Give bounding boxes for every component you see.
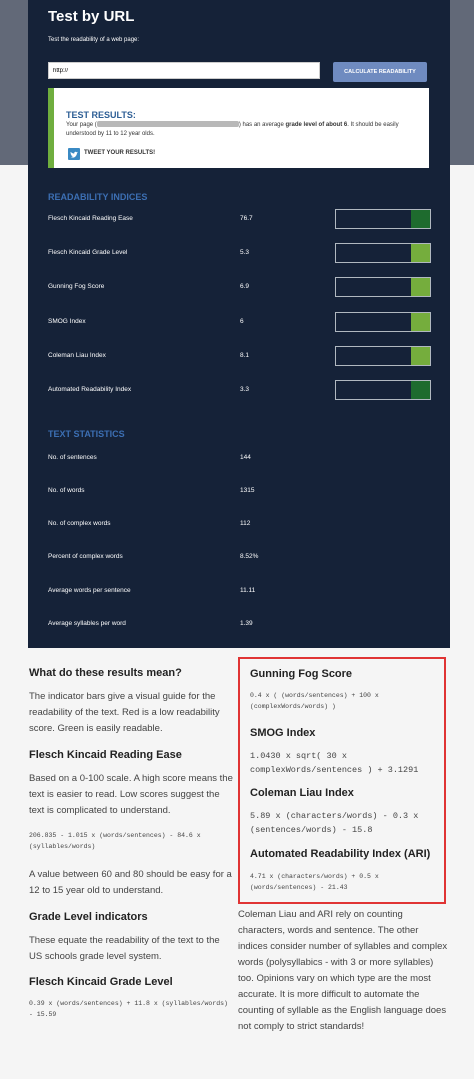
smog-formula: 1.0430 x sqrt( 30 x complexWords/sentenc…	[250, 751, 419, 775]
index-bar	[335, 346, 431, 366]
index-bar-fill	[411, 278, 430, 296]
page-subtitle: Test the readability of a web page:	[48, 37, 140, 43]
coleman-liau-formula: 5.89 x (characters/words) - 0.3 x (sente…	[250, 811, 419, 835]
index-value: 6	[240, 318, 244, 325]
flesch-reading-ease-formula: 206.835 - 1.015 x (words/sentences) - 84…	[29, 832, 201, 850]
index-value: 76.7	[240, 215, 253, 222]
results-text: Your page () has an average grade level …	[66, 121, 399, 137]
index-label: Flesch Kincaid Grade Level	[48, 249, 128, 256]
stat-value: 11.11	[240, 587, 256, 594]
flesch-reading-ease-text: Based on a 0-100 scale. A high score mea…	[29, 773, 233, 816]
twitter-icon[interactable]	[68, 148, 80, 160]
coleman-liau-heading: Coleman Liau Index	[250, 787, 354, 799]
stat-label: No. of sentences	[48, 454, 97, 461]
gunning-fog-formula: 0.4 x ( (words/sentences) + 100 x (compl…	[250, 692, 379, 710]
calculate-readability-button[interactable]: CALCULATE READABILITY	[333, 62, 427, 82]
index-bar-fill	[411, 210, 430, 228]
ari-heading: Automated Readability Index (ARI)	[250, 848, 431, 860]
index-bar-fill	[411, 313, 430, 331]
index-bar	[335, 209, 431, 229]
results-title: TEST RESULTS:	[66, 110, 136, 120]
stat-value: 1315	[240, 487, 255, 494]
gunning-fog-heading: Gunning Fog Score	[250, 668, 353, 680]
stat-label: No. of complex words	[48, 520, 111, 527]
test-results-box: TEST RESULTS: Your page () has an averag…	[48, 88, 429, 168]
index-bar-fill	[411, 347, 430, 365]
stat-label: Average words per sentence	[48, 587, 131, 594]
flesch-grade-level-heading: Flesch Kincaid Grade Level	[29, 976, 173, 988]
grade-level-text: These equate the readability of the text…	[29, 935, 220, 962]
page-title: Test by URL	[48, 8, 135, 25]
index-value: 3.3	[240, 386, 250, 393]
index-label: Flesch Kincaid Reading Ease	[48, 215, 133, 222]
indices-explanation-text: Coleman Liau and ARI rely on counting ch…	[238, 909, 448, 1032]
stat-label: Average syllables per word	[48, 620, 126, 627]
smog-heading: SMOG Index	[250, 727, 316, 739]
index-value: 6.9	[240, 283, 250, 290]
results-meaning-heading: What do these results mean?	[29, 667, 182, 679]
flesch-reading-ease-heading: Flesch Kincaid Reading Ease	[29, 749, 182, 761]
index-bar	[335, 277, 431, 297]
stat-value: 144	[240, 454, 251, 461]
index-bar	[335, 380, 431, 400]
tweet-results-link[interactable]: TWEET YOUR RESULTS!	[84, 150, 155, 156]
index-label: SMOG Index	[48, 318, 86, 325]
stat-value: 112	[240, 520, 251, 527]
stat-label: No. of words	[48, 487, 85, 494]
blurred-url	[96, 121, 239, 128]
readability-indices-heading: READABILITY INDICES	[48, 192, 148, 202]
flesch-grade-level-formula: 0.39 x (words/sentences) + 11.8 x (sylla…	[29, 1000, 228, 1018]
results-meaning-text: The indicator bars give a visual guide f…	[29, 691, 220, 734]
index-bar	[335, 312, 431, 332]
index-label: Automated Readability Index	[48, 386, 132, 393]
index-value: 5.3	[240, 249, 250, 256]
grade-level-heading: Grade Level indicators	[29, 911, 148, 923]
index-value: 8.1	[240, 352, 250, 359]
index-bar-fill	[411, 244, 430, 262]
index-bar	[335, 243, 431, 263]
stat-value: 1.39	[240, 620, 253, 627]
stat-label: Percent of complex words	[48, 553, 123, 560]
index-bar-fill	[411, 381, 430, 399]
index-label: Gunning Fog Score	[48, 283, 105, 290]
index-label: Coleman Liau Index	[48, 352, 106, 359]
text-statistics-heading: TEXT STATISTICS	[48, 429, 125, 439]
stat-value: 8.52%	[240, 553, 259, 560]
url-input[interactable]	[48, 62, 320, 79]
ari-formula: 4.71 x (characters/words) + 0.5 x (words…	[250, 873, 379, 891]
flesch-reading-ease-note: A value between 60 and 80 should be easy…	[29, 869, 232, 896]
